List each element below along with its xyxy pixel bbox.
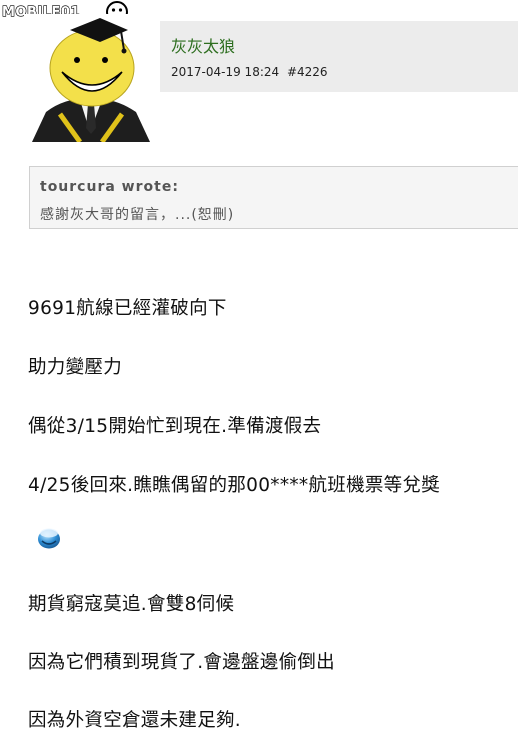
post-header: 灰灰太狼 2017-04-19 18:24 #4226 — [160, 21, 518, 92]
post-number[interactable]: #4226 — [287, 65, 328, 79]
quote-block: tourcura wrote: 感謝灰大哥的留言，...(恕刪) — [29, 166, 518, 229]
quote-text: 感謝灰大哥的留言，...(恕刪) — [40, 207, 235, 223]
post-meta: 2017-04-19 18:24 #4226 — [171, 65, 328, 79]
quote-author: tourcura wrote: — [40, 179, 179, 195]
post-body-line: 偶從3/15開始忙到現在.準備渡假去 — [28, 416, 322, 437]
post-body-line: 期貨窮寇莫追.會雙8伺候 — [28, 594, 235, 615]
post-datetime: 2017-04-19 18:24 — [171, 65, 280, 79]
post-body-line: 因為它們積到現貨了.會邊盤邊偷倒出 — [28, 652, 335, 673]
username-link[interactable]: 灰灰太狼 — [171, 33, 235, 57]
post-body-line: 9691航線已經灌破向下 — [28, 298, 227, 319]
user-avatar[interactable] — [24, 14, 157, 142]
post-body-line: 助力變壓力 — [28, 357, 123, 378]
post-body-line: 因為外資空倉還未建足夠. — [28, 710, 241, 731]
smiley-icon — [38, 528, 60, 549]
post-body-line: 4/25後回來.瞧瞧偶留的那00****航班機票等兌獎 — [28, 475, 441, 496]
